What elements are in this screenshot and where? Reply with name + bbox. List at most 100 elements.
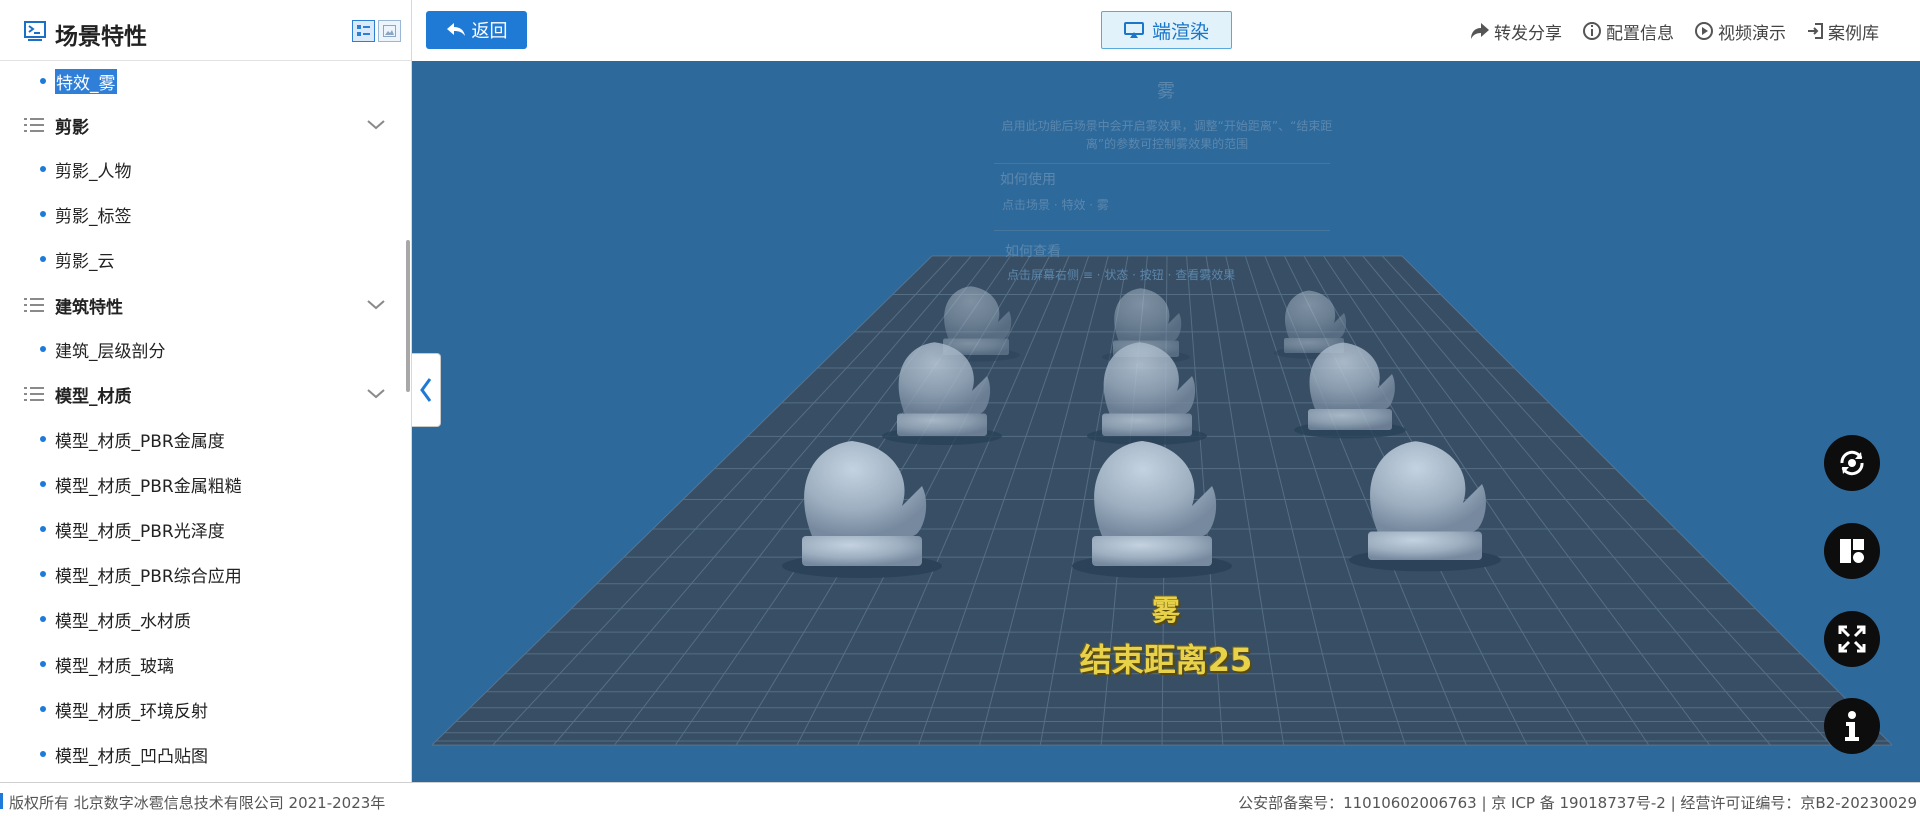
- top-toolbar: 返回 端渲染 转发分享 配置信息 视频演示 案例库: [412, 0, 1920, 61]
- fog-scene-label: 雾: [1151, 594, 1180, 627]
- license-text: 公安部备案号：11010602006763 | 京 ICP 备 19018737…: [1238, 794, 1917, 812]
- image-view-button[interactable]: [378, 20, 401, 42]
- footer-accent-bar: [0, 793, 3, 809]
- case-library-label: 案例库: [1828, 23, 1879, 44]
- info-button[interactable]: [1824, 698, 1880, 754]
- rotate-icon: [1840, 450, 1864, 476]
- video-demo-link[interactable]: 视频演示: [1694, 18, 1786, 44]
- bullet: [40, 481, 46, 487]
- category-label: 剪影: [55, 117, 89, 138]
- list-item[interactable]: 模型_材质_PBR光泽度: [0, 509, 405, 549]
- list-item[interactable]: 模型_材质_凹凸贴图: [0, 734, 405, 774]
- fog-panel-description: 启用此功能后场景中会开启雾效果，调整“开始距离”、“结束距离”的参数可控制雾效果…: [1001, 119, 1333, 151]
- share-icon: [1471, 23, 1489, 39]
- chevron-down-icon[interactable]: [366, 388, 386, 400]
- fullscreen-button[interactable]: [1824, 611, 1880, 667]
- layout-button[interactable]: [1824, 523, 1880, 579]
- video-demo-label: 视频演示: [1718, 23, 1786, 44]
- bullet: [40, 166, 46, 172]
- scene-viewport[interactable]: 雾 启用此功能后场景中会开启雾效果，调整“开始距离”、“结束距离”的参数可控制雾…: [412, 61, 1920, 782]
- list-view-button[interactable]: [352, 20, 375, 42]
- list-item-label: 模型_材质_玻璃: [55, 656, 174, 677]
- collapse-sidebar-button[interactable]: [412, 353, 441, 427]
- bullet: [40, 346, 46, 352]
- list-item-fog[interactable]: 特效_雾: [0, 61, 405, 101]
- list-item[interactable]: 模型_材质_PBR综合应用: [0, 554, 405, 594]
- list-item[interactable]: 模型_材质_水材质: [0, 599, 405, 639]
- fullscreen-icon: [1838, 625, 1866, 653]
- config-info-label: 配置信息: [1606, 23, 1674, 44]
- list-item[interactable]: 剪影_人物: [0, 149, 405, 189]
- chevron-left-icon: [420, 378, 432, 402]
- bullet: [40, 211, 46, 217]
- login-icon: [1808, 23, 1823, 39]
- list-item-label: 剪影_标签: [55, 206, 132, 227]
- terminal-icon: [24, 21, 46, 41]
- info-icon: [1845, 711, 1859, 741]
- category-label: 建筑特性: [55, 297, 123, 318]
- footer: 版权所有 北京数字冰雹信息技术有限公司 2021-2023年 公安部备案号：11…: [0, 782, 1920, 824]
- category-label: 模型_材质: [55, 386, 132, 407]
- list-item[interactable]: 模型_材质_环境反射: [0, 689, 405, 729]
- bullet: [40, 571, 46, 577]
- sidebar-scrollbar[interactable]: [406, 240, 410, 392]
- list-item-label: 模型_材质_PBR光泽度: [55, 521, 225, 542]
- bullet: [40, 436, 46, 442]
- bullet: [40, 706, 46, 712]
- list-icon: [24, 298, 44, 312]
- bullet: [40, 78, 46, 84]
- sidebar-title: 场景特性: [55, 24, 147, 50]
- bullet: [40, 661, 46, 667]
- how-to-use-text: 点击场景 · 特效 · 雾: [1002, 198, 1109, 212]
- list-item-label: 剪影_云: [55, 251, 115, 272]
- how-to-use-title: 如何使用: [1000, 172, 1056, 188]
- list-icon: [24, 387, 44, 401]
- list-item[interactable]: 模型_材质_PBR金属粗糙: [0, 464, 405, 504]
- bullet: [40, 751, 46, 757]
- list-item-label: 模型_材质_PBR金属粗糙: [55, 476, 242, 497]
- list-item[interactable]: 剪影_标签: [0, 194, 405, 234]
- end-distance-label: 结束距离25: [1079, 641, 1253, 679]
- rotate-view-button[interactable]: [1824, 435, 1880, 491]
- copyright-text: 版权所有 北京数字冰雹信息技术有限公司 2021-2023年: [9, 794, 386, 812]
- chevron-down-icon[interactable]: [366, 299, 386, 311]
- play-circle-icon: [1695, 22, 1713, 40]
- list-item-label: 模型_材质_PBR综合应用: [55, 566, 242, 587]
- bullet: [40, 256, 46, 262]
- list-item-label: 剪影_人物: [55, 161, 132, 182]
- sidebar-header: 场景特性: [0, 0, 411, 61]
- back-button-label: 返回: [471, 21, 508, 42]
- list-view-icon: [357, 25, 370, 36]
- category-silhouette[interactable]: 剪影: [0, 105, 405, 145]
- list-item[interactable]: 剪影_云: [0, 239, 405, 279]
- info-circle-icon: [1583, 22, 1601, 40]
- list-item-label: 模型_材质_凹凸贴图: [55, 746, 208, 767]
- list-item-label: 建筑_层级剖分: [55, 341, 166, 362]
- back-button[interactable]: 返回: [426, 11, 527, 49]
- chevron-down-icon[interactable]: [366, 119, 386, 131]
- how-to-view-title: 如何查看: [1005, 244, 1061, 260]
- bullet: [40, 526, 46, 532]
- bullet: [40, 616, 46, 622]
- list-item[interactable]: 模型_材质_PBR金属度: [0, 419, 405, 459]
- case-library-link[interactable]: 案例库: [1806, 18, 1879, 44]
- list-icon: [24, 118, 44, 132]
- category-architecture[interactable]: 建筑特性: [0, 285, 405, 325]
- render-button[interactable]: 端渲染: [1101, 11, 1232, 49]
- share-link-label: 转发分享: [1494, 23, 1562, 44]
- category-model-material[interactable]: 模型_材质: [0, 374, 405, 414]
- list-item-label: 模型_材质_水材质: [55, 611, 191, 632]
- image-view-icon: [383, 25, 396, 37]
- how-to-view-text: 点击屏幕右侧 ≡ · 状态 · 按钮 · 查看雾效果: [1007, 268, 1236, 282]
- list-item[interactable]: 建筑_层级剖分: [0, 329, 405, 369]
- monitor-icon: [1123, 22, 1144, 38]
- reply-arrow-icon: [446, 23, 465, 36]
- config-info-link[interactable]: 配置信息: [1582, 18, 1674, 44]
- list-item[interactable]: 模型_材质_玻璃: [0, 644, 405, 684]
- sidebar: 场景特性 特效_雾 剪影 剪影_人物 剪影_标签 剪影_云 建筑特性 建筑_层级…: [0, 0, 412, 782]
- list-item-label: 特效_雾: [55, 68, 117, 94]
- fog-panel-title: 雾: [1157, 81, 1175, 102]
- list-item-label: 模型_材质_PBR金属度: [55, 431, 225, 452]
- share-link[interactable]: 转发分享: [1470, 18, 1562, 44]
- render-button-label: 端渲染: [1151, 20, 1209, 43]
